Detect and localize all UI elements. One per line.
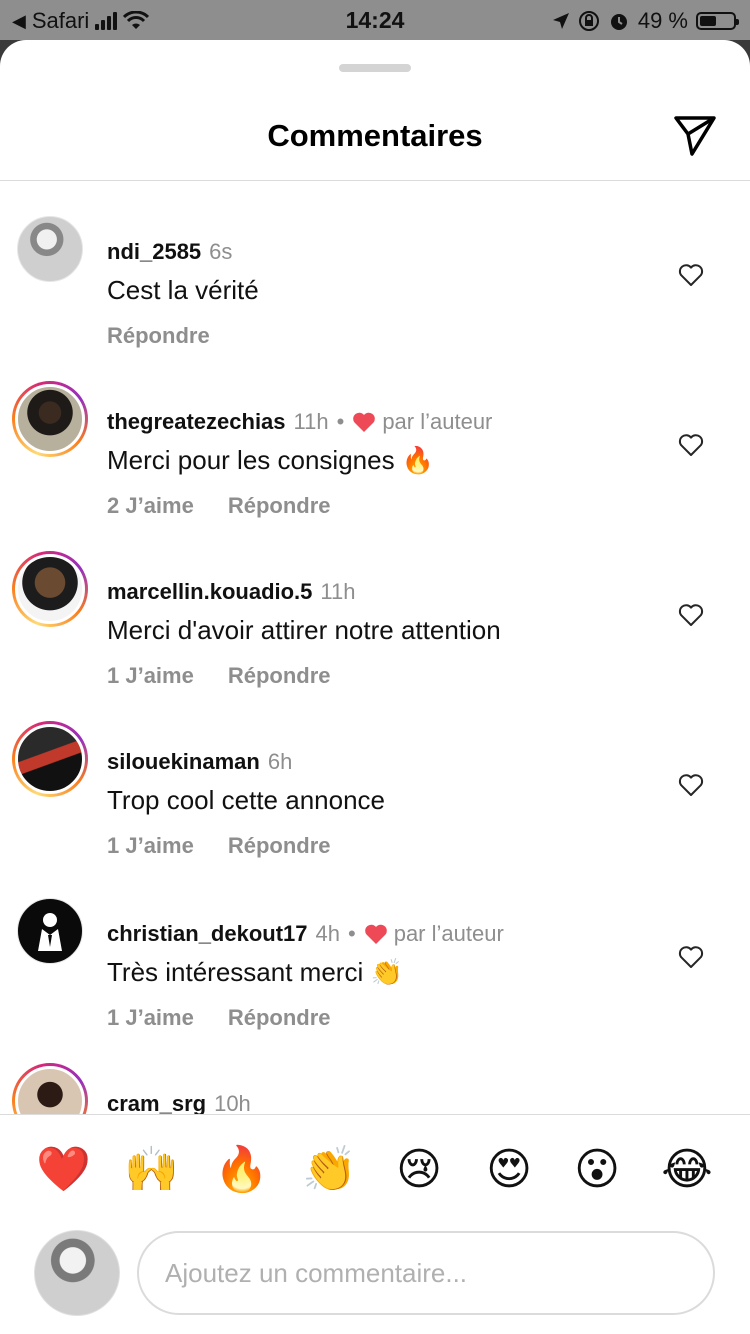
comment-text: Très intéressant merci 👏 [107,957,403,987]
story-ring[interactable] [12,1063,88,1114]
comment-username[interactable]: marcellin.kouadio.5 [107,579,312,605]
status-bar: ◀ Safari 14:24 49 % [0,0,750,40]
comment-time: 11h [293,409,329,434]
avatar[interactable] [15,384,85,454]
comment-composer [0,1230,750,1334]
location-arrow-icon [552,13,569,29]
alarm-icon [610,14,627,30]
emoji-reaction-button[interactable]: 🔥 [214,1143,269,1197]
comment-row[interactable]: silouekinaman 6h Trop cool cette annonce 1 … [0,721,750,891]
comment-actions: 1 J’aime Répondre [107,663,331,689]
battery-percent: 49 % [637,8,688,33]
comment-text: Merci d'avoir attirer notre attention [107,615,501,645]
likes-count-link[interactable]: 1 J’aime [107,833,194,859]
emoji-reaction-button[interactable]: 😮 [570,1143,624,1197]
separator-dot: • [336,409,345,434]
comment-actions: 1 J’aime Répondre [107,1005,331,1031]
emoji-reaction-button[interactable]: 🙌 [124,1143,179,1197]
comment-time: 6s [209,239,233,264]
avatar[interactable] [17,216,83,282]
heart-outline-icon[interactable] [678,773,704,797]
liked-by-author-label: par l’auteur [382,409,493,434]
status-right: 49 % [552,8,739,34]
comment-header: ndi_2585 6s [107,239,232,265]
comment-header: silouekinaman 6h [107,749,292,775]
comment-header: marcellin.kouadio.5 11h [107,579,355,605]
comment-text: Cest la vérité [107,275,259,305]
comment-text: Merci pour les consignes 🔥 [107,445,435,475]
battery-icon [696,12,739,30]
comment-username[interactable]: ndi_2585 [107,239,201,265]
comment-row[interactable]: thegreatezechias 11h • par l’auteur Merci po… [0,381,750,551]
comments-sheet: Commentaires ndi_2585 6s Cest la vérité Rép… [0,40,750,1334]
separator-dot: • [348,921,356,946]
comment-row[interactable]: marcellin.kouadio.5 11h Merci d'avoir atti… [0,551,750,721]
avatar-frame[interactable] [12,211,88,287]
story-ring[interactable] [12,721,88,797]
comment-header: thegreatezechias 11h • par l’auteur [107,409,492,435]
comment-header: christian_dekout17 4h • par l’auteur [107,921,504,947]
battery-fill [700,16,716,26]
heart-filled-icon [353,412,376,432]
emoji-reaction-button[interactable]: 😍 [482,1143,536,1197]
avatar[interactable] [17,898,83,964]
heart-outline-icon[interactable] [678,945,704,969]
likes-count-link[interactable]: 2 J’aime [107,493,194,519]
comment-row[interactable]: cram_srg10hMerci❤️ [0,1063,750,1114]
avatar-frame[interactable] [12,893,88,969]
comment-row[interactable]: christian_dekout17 4h • par l’auteur Très in… [0,893,750,1063]
avatar [34,1230,120,1316]
comments-list[interactable]: ndi_2585 6s Cest la vérité Répondre thegreat… [0,181,750,1114]
comment-header: cram_srg 10h [107,1091,251,1114]
heart-filled-icon [364,924,387,944]
comment-actions: 2 J’aime Répondre [107,493,331,519]
comment-username[interactable]: thegreatezechias [107,409,286,435]
reply-button[interactable]: Répondre [228,833,331,859]
likes-count-link[interactable]: 1 J’aime [107,1005,194,1031]
reply-button[interactable]: Répondre [228,493,331,519]
emoji-reaction-button[interactable]: 👏 [302,1143,357,1197]
likes-count-link[interactable]: 1 J’aime [107,663,194,689]
drag-handle[interactable] [339,64,411,72]
emoji-reaction-button[interactable]: ❤️ [36,1143,91,1197]
heart-outline-icon[interactable] [678,603,704,627]
avatar[interactable] [15,1066,85,1114]
story-ring[interactable] [12,551,88,627]
heart-outline-icon[interactable] [678,433,704,457]
comment-time: 10h [214,1091,251,1114]
emoji-reaction-button[interactable]: 😢 [392,1143,446,1197]
story-ring[interactable] [12,381,88,457]
paper-plane-icon[interactable] [672,112,718,158]
comment-time: 11h [320,579,356,604]
comment-input[interactable] [137,1231,715,1315]
reply-button[interactable]: Répondre [107,323,210,349]
emoji-reaction-button[interactable]: 😂 [660,1143,714,1197]
avatar[interactable] [15,724,85,794]
liked-by-author-label: par l’auteur [393,921,504,946]
comment-username[interactable]: christian_dekout17 [107,921,308,947]
sheet-title: Commentaires [267,118,483,153]
avatar[interactable] [15,554,85,624]
comment-time: 6h [267,749,293,774]
reply-button[interactable]: Répondre [228,663,331,689]
heart-outline-icon[interactable] [678,263,704,287]
comment-time: 4h [315,921,340,946]
comment-actions: 1 J’aime Répondre [107,833,331,859]
emoji-quick-reactions: ❤️ 🙌 🔥 👏 😢 😍 😮 😂 [0,1114,750,1235]
comment-username[interactable]: silouekinaman [107,749,260,775]
comment-text: Trop cool cette annonce [107,785,385,815]
comment-row[interactable]: ndi_2585 6s Cest la vérité Répondre [0,211,750,381]
comment-username[interactable]: cram_srg [107,1091,206,1114]
comment-actions: Répondre [107,323,210,349]
orientation-lock-icon [578,11,599,31]
reply-button[interactable]: Répondre [228,1005,331,1031]
